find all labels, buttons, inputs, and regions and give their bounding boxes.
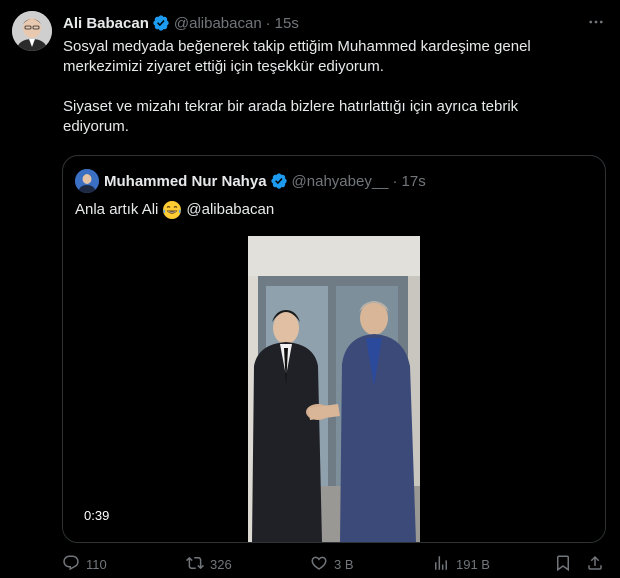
separator: · xyxy=(265,14,271,32)
quote-text: Anla artık Ali @alibabacan xyxy=(75,200,274,220)
reply-count: 110 xyxy=(86,556,107,572)
tweet-header: Ali Babacan @alibabacan · 15s xyxy=(63,12,299,34)
like-count: 3 B xyxy=(334,556,354,572)
quote-header: Muhammed Nur Nahya @nahyabey__ · 17s xyxy=(75,169,426,193)
quoted-tweet[interactable]: Muhammed Nur Nahya @nahyabey__ · 17s Anl… xyxy=(62,155,606,543)
laughing-tears-emoji-icon xyxy=(162,200,182,220)
author-name[interactable]: Ali Babacan xyxy=(63,15,149,32)
quote-text-start: Anla artık Ali xyxy=(75,201,159,218)
tweet-text: Sosyal medyada beğenerek takip ettiğim M… xyxy=(63,37,583,137)
author-avatar[interactable] xyxy=(12,11,52,51)
timestamp[interactable]: 15s xyxy=(275,15,299,32)
separator: · xyxy=(392,172,398,190)
share-button[interactable] xyxy=(586,554,610,574)
like-button[interactable]: 3 B xyxy=(310,554,354,574)
like-icon xyxy=(310,554,334,575)
views-count: 191 B xyxy=(456,556,490,572)
bookmark-icon xyxy=(554,554,578,575)
repost-button[interactable]: 326 xyxy=(186,554,232,574)
reply-icon xyxy=(62,554,86,575)
tweet-paragraph: Siyaset ve mizahı tekrar bir arada bizle… xyxy=(63,98,519,135)
quote-author-avatar[interactable] xyxy=(75,169,99,193)
author-handle[interactable]: @alibabacan xyxy=(174,15,262,32)
repost-count: 326 xyxy=(210,556,232,572)
quote-timestamp[interactable]: 17s xyxy=(402,173,426,190)
repost-icon xyxy=(186,554,210,575)
video-duration: 0:39 xyxy=(79,506,115,525)
mention-link[interactable]: @alibabacan xyxy=(186,200,274,220)
views-icon xyxy=(432,554,456,575)
quote-author-name[interactable]: Muhammed Nur Nahya xyxy=(104,173,267,190)
video-player[interactable]: 0:39 xyxy=(63,236,605,542)
verified-icon[interactable] xyxy=(270,172,288,190)
more-icon[interactable] xyxy=(586,12,606,32)
video-frame[interactable] xyxy=(248,236,420,542)
views-button[interactable]: 191 B xyxy=(432,554,490,574)
quote-author-handle[interactable]: @nahyabey__ xyxy=(292,173,389,190)
share-icon xyxy=(586,554,610,575)
tweet-paragraph: Sosyal medyada beğenerek takip ettiğim M… xyxy=(63,38,531,75)
action-bar: 110 326 3 B 191 B xyxy=(62,554,610,574)
verified-icon[interactable] xyxy=(152,14,170,32)
bookmark-button[interactable] xyxy=(554,554,578,574)
reply-button[interactable]: 110 xyxy=(62,554,107,574)
